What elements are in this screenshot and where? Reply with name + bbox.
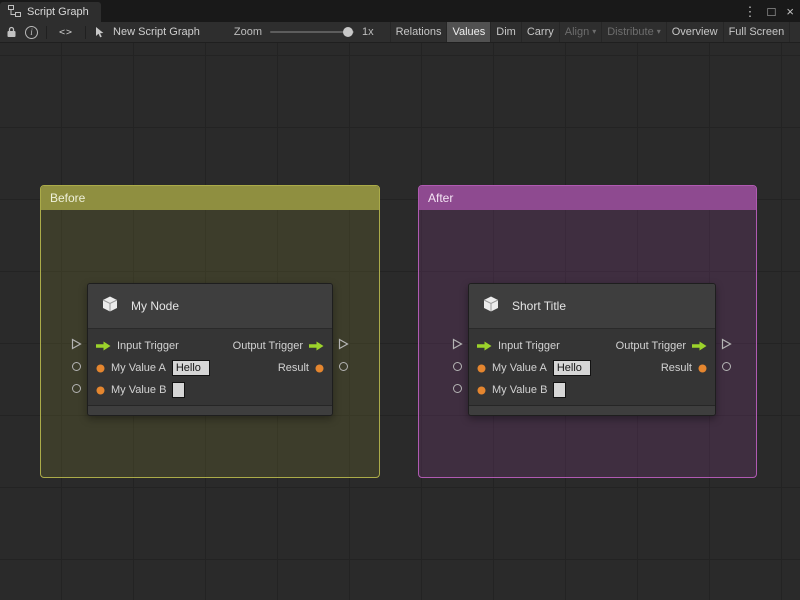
carry-button[interactable]: Carry bbox=[522, 22, 560, 42]
chevron-down-icon: ▾ bbox=[656, 27, 661, 36]
zoom-slider[interactable] bbox=[269, 27, 354, 37]
flow-input-port-icon[interactable] bbox=[477, 341, 492, 351]
group-before-header[interactable]: Before bbox=[41, 186, 379, 210]
port-row: Input Trigger Output Trigger bbox=[469, 335, 715, 357]
value-b-input[interactable] bbox=[172, 382, 186, 398]
node-footer bbox=[88, 405, 332, 415]
port-label: Input Trigger bbox=[117, 340, 179, 352]
values-button[interactable]: Values bbox=[447, 22, 492, 42]
zoom-label: Zoom bbox=[233, 26, 262, 38]
distribute-button[interactable]: Distribute ▾ bbox=[602, 22, 667, 42]
flow-input-port-icon[interactable] bbox=[96, 341, 111, 351]
node-short-title[interactable]: Short Title Input Trigger Output Trigger bbox=[468, 283, 716, 416]
value-port-icon[interactable] bbox=[477, 386, 486, 395]
flow-output-port-icon[interactable] bbox=[309, 341, 324, 351]
node-body: Input Trigger Output Trigger My Value A … bbox=[88, 329, 332, 405]
node-body: Input Trigger Output Trigger My Value A … bbox=[469, 329, 715, 405]
script-graph-icon bbox=[8, 4, 21, 20]
port-label: My Value A bbox=[492, 362, 547, 374]
unit-icon bbox=[98, 292, 122, 321]
node-header[interactable]: My Node bbox=[88, 284, 332, 329]
node-footer bbox=[469, 405, 715, 415]
graph-canvas[interactable]: Before After My Node Input Trigger Outpu… bbox=[0, 43, 800, 600]
value-port-icon[interactable] bbox=[477, 364, 486, 373]
external-flow-port-icon[interactable] bbox=[721, 338, 732, 350]
tab-title: Script Graph bbox=[27, 6, 89, 18]
lock-icon[interactable] bbox=[6, 24, 17, 40]
overview-button[interactable]: Overview bbox=[667, 22, 724, 42]
group-label: Before bbox=[50, 191, 86, 205]
unity-window: Script Graph ⋮ □ × i <> New Script Graph… bbox=[0, 0, 800, 600]
port-label: Result bbox=[660, 362, 692, 374]
port-label: My Value A bbox=[111, 362, 166, 374]
port-label: Output Trigger bbox=[232, 340, 303, 352]
toolbar-buttons: Relations Values Dim Carry Align ▾ Distr… bbox=[389, 22, 791, 42]
port-label: My Value B bbox=[111, 384, 167, 396]
port-label: My Value B bbox=[492, 384, 548, 396]
value-port-icon[interactable] bbox=[96, 386, 105, 395]
code-icon[interactable]: <> bbox=[59, 24, 73, 40]
port-row: My Value B bbox=[469, 379, 715, 401]
align-label: Align bbox=[564, 26, 590, 38]
group-label: After bbox=[428, 191, 454, 205]
port-row: Input Trigger Output Trigger bbox=[88, 335, 332, 357]
zoom-slider-track bbox=[269, 31, 354, 33]
distribute-label: Distribute bbox=[607, 26, 654, 38]
tab-script-graph[interactable]: Script Graph bbox=[0, 2, 101, 22]
value-a-input[interactable] bbox=[552, 360, 591, 376]
relations-button[interactable]: Relations bbox=[391, 22, 448, 42]
external-flow-port-icon[interactable] bbox=[452, 338, 463, 350]
unit-icon bbox=[479, 292, 503, 321]
port-row: My Value A Result bbox=[469, 357, 715, 379]
pointer-icon bbox=[94, 24, 105, 40]
zoom-slider-knob[interactable] bbox=[342, 27, 353, 37]
toolbar-separator bbox=[85, 25, 87, 39]
graph-name[interactable]: New Script Graph bbox=[113, 26, 200, 38]
node-title: Short Title bbox=[512, 299, 567, 313]
dim-button[interactable]: Dim bbox=[491, 22, 522, 42]
group-after-header[interactable]: After bbox=[419, 186, 756, 210]
graph-toolbar: i <> New Script Graph Zoom 1x Relations … bbox=[0, 22, 800, 43]
window-maximize-icon[interactable]: □ bbox=[768, 5, 776, 18]
value-a-input[interactable] bbox=[171, 360, 210, 376]
window-controls: ⋮ □ × bbox=[744, 0, 794, 22]
tab-bar: Script Graph ⋮ □ × bbox=[0, 0, 800, 22]
node-header[interactable]: Short Title bbox=[469, 284, 715, 329]
external-value-port-icon[interactable] bbox=[339, 362, 348, 371]
port-label: Input Trigger bbox=[498, 340, 560, 352]
external-value-port-icon[interactable] bbox=[72, 362, 81, 371]
flow-output-port-icon[interactable] bbox=[692, 341, 707, 351]
external-value-port-icon[interactable] bbox=[453, 384, 462, 393]
external-value-port-icon[interactable] bbox=[72, 384, 81, 393]
node-my-node[interactable]: My Node Input Trigger Output Trigger My … bbox=[87, 283, 333, 416]
port-label: Output Trigger bbox=[615, 340, 686, 352]
external-value-port-icon[interactable] bbox=[722, 362, 731, 371]
port-row: My Value B bbox=[88, 379, 332, 401]
fullscreen-button[interactable]: Full Screen bbox=[724, 22, 791, 42]
window-menu-icon[interactable]: ⋮ bbox=[744, 5, 757, 18]
port-label: Result bbox=[277, 362, 309, 374]
external-value-port-icon[interactable] bbox=[453, 362, 462, 371]
info-icon[interactable]: i bbox=[25, 25, 38, 39]
node-title: My Node bbox=[131, 299, 180, 313]
value-port-icon[interactable] bbox=[315, 364, 324, 373]
external-flow-port-icon[interactable] bbox=[338, 338, 349, 350]
value-port-icon[interactable] bbox=[96, 364, 105, 373]
zoom-value: 1x bbox=[361, 26, 374, 38]
port-row: My Value A Result bbox=[88, 357, 332, 379]
window-close-icon[interactable]: × bbox=[786, 5, 794, 18]
align-button[interactable]: Align ▾ bbox=[560, 22, 603, 42]
chevron-down-icon: ▾ bbox=[592, 27, 597, 36]
external-flow-port-icon[interactable] bbox=[71, 338, 82, 350]
value-port-icon[interactable] bbox=[698, 364, 707, 373]
toolbar-separator bbox=[46, 25, 47, 39]
value-b-input[interactable] bbox=[553, 382, 567, 398]
